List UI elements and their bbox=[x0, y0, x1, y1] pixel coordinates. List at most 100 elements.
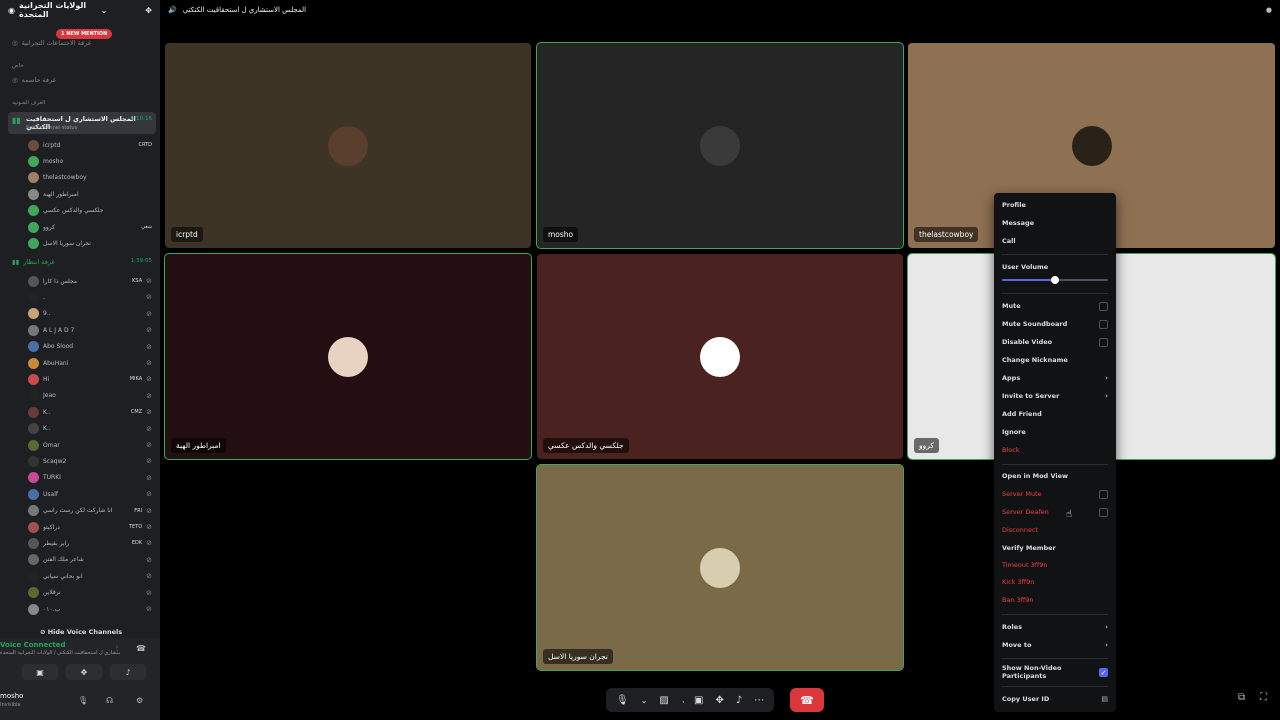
voice-member[interactable]: نجران سوريا الاسل bbox=[28, 236, 152, 250]
menu-item-block[interactable]: Block bbox=[1002, 443, 1108, 457]
menu-item-roles[interactable]: Roles › bbox=[1002, 620, 1108, 634]
voice-member[interactable]: Abo Slood ⊘ bbox=[28, 340, 152, 354]
menu-item-change-nickname[interactable]: Change Nickname bbox=[1002, 353, 1108, 367]
menu-item-verify[interactable]: Verify Member bbox=[1002, 541, 1108, 555]
voice-member[interactable]: . ⊘ bbox=[28, 290, 152, 304]
voice-member[interactable]: K.. ⊘ bbox=[28, 422, 152, 436]
disconnect-button[interactable]: ☎ bbox=[790, 688, 824, 712]
menu-separator bbox=[1002, 254, 1108, 255]
channel-status[interactable]: Set a channel status bbox=[26, 125, 77, 131]
menu-item-server-mute[interactable]: Server Mute bbox=[1002, 487, 1108, 501]
menu-item-apps[interactable]: Apps › bbox=[1002, 371, 1108, 385]
checkbox[interactable] bbox=[1099, 301, 1108, 311]
chat-icon[interactable]: ● bbox=[1266, 6, 1272, 14]
chevron-down-icon[interactable]: ⌄ bbox=[641, 696, 648, 705]
voice-member[interactable]: Omar ⊘ bbox=[28, 438, 152, 452]
voice-member[interactable]: نرقلاين ⊘ bbox=[28, 586, 152, 600]
camera-off-icon[interactable]: ▨ bbox=[659, 695, 668, 706]
menu-item-add-friend[interactable]: Add Friend bbox=[1002, 407, 1108, 421]
voice-member[interactable]: امبراطور الهبة bbox=[28, 187, 152, 201]
menu-item-move-to[interactable]: Move to › bbox=[1002, 638, 1108, 652]
voice-member[interactable]: Usalf ⊘ bbox=[28, 487, 152, 501]
voice-member[interactable]: مجلس ذا كارا KSA ⊘ bbox=[28, 274, 152, 288]
settings-gear-icon[interactable]: ⚙ bbox=[136, 696, 143, 705]
voice-member[interactable]: TURKI ⊘ bbox=[28, 471, 152, 485]
participant-tile[interactable]: جلكسي والدكس عكسي bbox=[537, 254, 903, 459]
screen-share-icon[interactable]: ▣ bbox=[694, 695, 703, 706]
voice-member[interactable]: Scaqw2 ⊘ bbox=[28, 454, 152, 468]
microphone-icon[interactable]: 🎙 bbox=[616, 695, 629, 706]
participant-tile[interactable]: امبراطور الهبة bbox=[164, 253, 532, 460]
menu-item-invite[interactable]: Invite to Server › bbox=[1002, 389, 1108, 403]
voice-connected-label[interactable]: Voice Connected bbox=[0, 641, 66, 649]
headphones-icon[interactable]: ☊ bbox=[106, 696, 113, 705]
activity-button[interactable]: ✥ bbox=[66, 664, 102, 680]
menu-item-ban[interactable]: Ban 3ff9n bbox=[1002, 593, 1108, 607]
checkbox-checked[interactable]: ✓ bbox=[1099, 667, 1108, 677]
menu-item-disconnect[interactable]: Disconnect bbox=[1002, 523, 1108, 537]
soundboard-button[interactable]: ♪ bbox=[110, 664, 146, 680]
menu-item-copy-id[interactable]: Copy User ID ▤ bbox=[1002, 692, 1108, 706]
menu-item-disable-video[interactable]: Disable Video bbox=[1002, 335, 1108, 349]
invite-icon[interactable]: ✥ bbox=[145, 6, 152, 15]
voice-member[interactable]: thelastcowboy bbox=[28, 171, 152, 185]
volume-slider-handle[interactable] bbox=[1051, 276, 1059, 284]
new-mention-badge[interactable]: 1 NEW MENTION bbox=[56, 29, 113, 39]
checkbox[interactable] bbox=[1099, 489, 1108, 499]
noise-suppression-icon[interactable]: ⫶ bbox=[116, 644, 118, 654]
voice-member[interactable]: icrptd CRTD bbox=[28, 138, 152, 152]
activities-icon[interactable]: ✥ bbox=[715, 695, 723, 706]
checkbox[interactable] bbox=[1099, 337, 1108, 347]
participant-tile[interactable]: نجران سوريا الاسل bbox=[536, 464, 904, 671]
menu-item-kick[interactable]: Kick 3ff9n bbox=[1002, 575, 1108, 589]
voice-member[interactable]: كروو شغي bbox=[28, 220, 152, 234]
microphone-icon[interactable]: 🎙 bbox=[78, 696, 88, 705]
voice-member[interactable]: K.. CMZ ⊘ bbox=[28, 405, 152, 419]
activity-controls[interactable]: ▣ ✥ ♪ ⋯ bbox=[684, 688, 775, 712]
voice-member[interactable]: AbuHani ⊘ bbox=[28, 356, 152, 370]
user-panel[interactable]: mosho Invisible 🎙 ☊ ⚙ bbox=[0, 686, 160, 720]
menu-item-message[interactable]: Message bbox=[1002, 216, 1108, 230]
category-voice[interactable]: الغرف الصوتيه bbox=[12, 100, 45, 106]
popout-icon[interactable]: ⧉ bbox=[1238, 692, 1245, 703]
camera-button[interactable]: ▣ bbox=[22, 664, 58, 680]
voice-member[interactable]: mosho bbox=[28, 154, 152, 168]
category-private[interactable]: خاص bbox=[12, 63, 24, 69]
menu-item-ignore[interactable]: Ignore bbox=[1002, 425, 1108, 439]
menu-item-call[interactable]: Call bbox=[1002, 234, 1108, 248]
channel-private-room[interactable]: ◎ غرفة حاسمه bbox=[12, 76, 56, 84]
menu-item-user-volume[interactable]: User Volume bbox=[1002, 260, 1108, 274]
hide-voice-channels-button[interactable]: ⊘ Hide Voice Channels bbox=[40, 628, 122, 636]
voice-member[interactable]: جلكسي والدكس عكسي bbox=[28, 204, 152, 218]
voice-member[interactable]: Jeao ⊘ bbox=[28, 389, 152, 403]
menu-item-show-non-video[interactable]: Show Non-Video Participants ✓ bbox=[1002, 664, 1108, 680]
server-header[interactable]: ◉ الولايات التجرانية المتحدة ⌄ ✥ bbox=[0, 0, 160, 20]
voice-member[interactable]: 9.. ⊘ bbox=[28, 307, 152, 321]
participant-tile[interactable]: icrptd bbox=[165, 43, 531, 248]
menu-item-mute[interactable]: Mute bbox=[1002, 299, 1108, 313]
checkbox[interactable] bbox=[1099, 319, 1108, 329]
menu-item-mute-soundboard[interactable]: Mute Soundboard bbox=[1002, 317, 1108, 331]
disconnect-icon[interactable]: ☎ bbox=[136, 644, 146, 653]
participant-tile[interactable]: mosho bbox=[536, 42, 904, 249]
menu-item-timeout[interactable]: Timeout 3ff9n bbox=[1002, 558, 1108, 572]
more-icon[interactable]: ⋯ bbox=[754, 695, 764, 706]
channel-announce[interactable]: ◎ غرفة الاجتماعات التجرانية bbox=[12, 39, 91, 47]
voice-member[interactable]: A L J A D 7 ⊘ bbox=[28, 323, 152, 337]
active-voice-channel[interactable]: ▮▮ المجلس الاستشاري ل استحقاقيت الكتكتي … bbox=[8, 112, 156, 134]
menu-item-mod-view[interactable]: Open in Mod View bbox=[1002, 469, 1108, 483]
soundboard-icon[interactable]: ♪ bbox=[736, 695, 742, 706]
voice-member[interactable]: ب.٠١٠ ⊘ bbox=[28, 602, 152, 616]
voice-member[interactable]: شاعر ملك الفتن ⊘ bbox=[28, 553, 152, 567]
voice-member[interactable]: دراكيتو TETO ⊘ bbox=[28, 520, 152, 534]
menu-item-profile[interactable]: Profile bbox=[1002, 198, 1108, 212]
voice-connected-channel[interactable]: المجلس الاستشاري ل استحقاقيت الكتكتي / ا… bbox=[0, 650, 120, 656]
voice-member[interactable]: انو بحاني سياني ⊘ bbox=[28, 569, 152, 583]
menu-item-server-deafen[interactable]: Server Deafen bbox=[1002, 505, 1108, 519]
voice-member[interactable]: انا شاركت لكن رست راسي FRI ⊘ bbox=[28, 504, 152, 518]
voice-member[interactable]: Hi MIKA ⊘ bbox=[28, 372, 152, 386]
voice-member[interactable]: رابر بفيطر EDK ⊘ bbox=[28, 536, 152, 550]
checkbox[interactable] bbox=[1099, 507, 1108, 517]
voice-channel-waiting[interactable]: ▮▮ غرفة انتظار 1:39:05 bbox=[12, 258, 152, 266]
fullscreen-icon[interactable]: ⛶ bbox=[1260, 692, 1267, 703]
